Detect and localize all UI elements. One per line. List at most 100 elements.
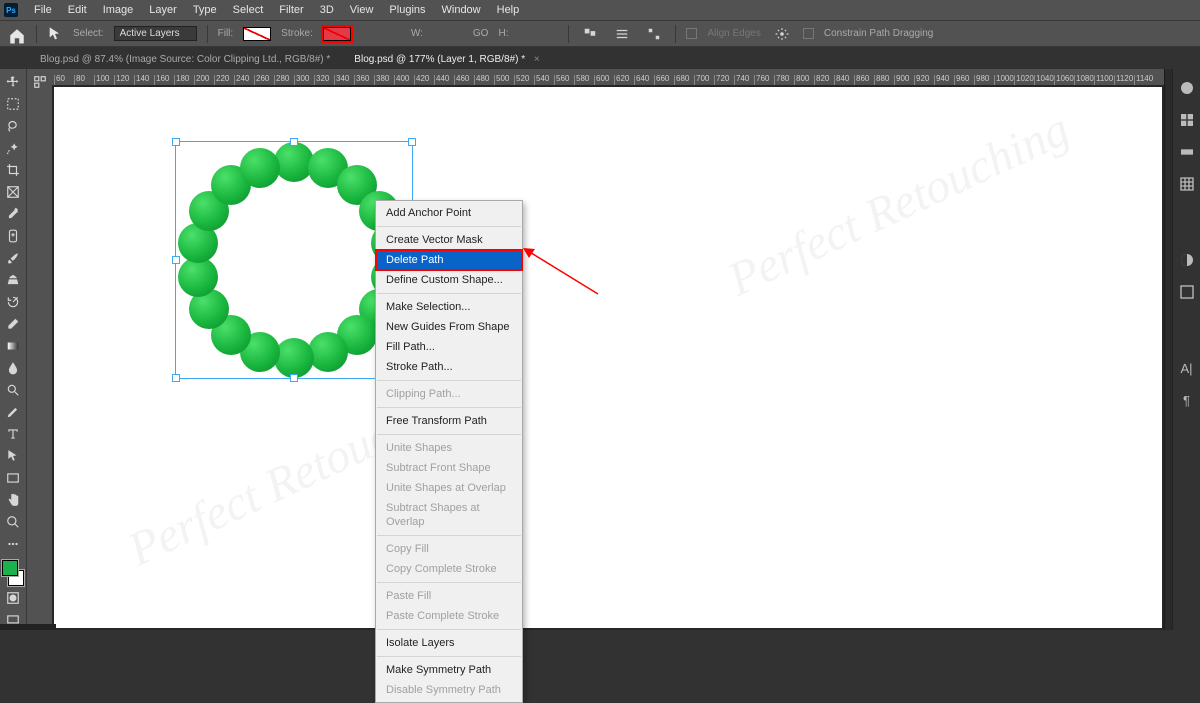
- healing-brush-icon[interactable]: [2, 226, 24, 246]
- fg-color-swatch[interactable]: [2, 560, 18, 576]
- ctx-free-transform[interactable]: Free Transform Path: [376, 411, 522, 431]
- ctx-new-guides[interactable]: New Guides From Shape: [376, 317, 522, 337]
- home-icon[interactable]: [8, 27, 26, 41]
- ctx-subtract[interactable]: Subtract Front Shape: [376, 458, 522, 478]
- menu-plugins[interactable]: Plugins: [381, 4, 433, 16]
- menu-filter[interactable]: Filter: [271, 4, 311, 16]
- ctx-paste-fill[interactable]: Paste Fill: [376, 586, 522, 606]
- select-dropdown[interactable]: Active Layers: [114, 26, 197, 41]
- ctx-unite-overlap[interactable]: Unite Shapes at Overlap: [376, 478, 522, 498]
- transform-handle[interactable]: [172, 256, 180, 264]
- type-tool-icon[interactable]: [2, 424, 24, 444]
- move-tool-icon[interactable]: [2, 72, 24, 92]
- distribute-icon[interactable]: [643, 24, 665, 44]
- menu-edit[interactable]: Edit: [60, 4, 95, 16]
- magic-wand-icon[interactable]: [2, 138, 24, 158]
- stroke-swatch[interactable]: [323, 27, 351, 41]
- styles-panel-icon[interactable]: [1178, 283, 1196, 301]
- ctx-define-shape[interactable]: Define Custom Shape...: [376, 270, 522, 290]
- menu-select[interactable]: Select: [225, 4, 272, 16]
- menu-type[interactable]: Type: [185, 4, 225, 16]
- ruler-tick: 660: [654, 75, 674, 85]
- transform-handle[interactable]: [290, 374, 298, 382]
- ruler-tick: 720: [714, 75, 734, 85]
- arrange-icon[interactable]: [611, 24, 633, 44]
- ctx-stroke-path[interactable]: Stroke Path...: [376, 357, 522, 377]
- menu-window[interactable]: Window: [434, 4, 489, 16]
- ctx-copy-fill[interactable]: Copy Fill: [376, 539, 522, 559]
- ctx-fill-path[interactable]: Fill Path...: [376, 337, 522, 357]
- color-swatches[interactable]: [2, 560, 24, 586]
- dodge-tool-icon[interactable]: [2, 380, 24, 400]
- fill-swatch[interactable]: [243, 27, 271, 41]
- doc-tab-1[interactable]: Blog.psd @ 87.4% (Image Source: Color Cl…: [30, 49, 340, 69]
- ctx-make-selection[interactable]: Make Selection...: [376, 297, 522, 317]
- lasso-tool-icon[interactable]: [2, 116, 24, 136]
- gradients-panel-icon[interactable]: [1178, 143, 1196, 161]
- gradient-tool-icon[interactable]: [2, 336, 24, 356]
- gear-icon[interactable]: [771, 24, 793, 44]
- ctx-paste-stroke[interactable]: Paste Complete Stroke: [376, 606, 522, 626]
- artboard-tool-icon[interactable]: [29, 72, 51, 92]
- ruler-tick: 1100: [1094, 75, 1114, 85]
- path-select-tool-icon[interactable]: [47, 27, 63, 41]
- rectangle-tool-icon[interactable]: [2, 468, 24, 488]
- ctx-copy-stroke[interactable]: Copy Complete Stroke: [376, 559, 522, 579]
- ctx-isolate[interactable]: Isolate Layers: [376, 633, 522, 653]
- eraser-tool-icon[interactable]: [2, 314, 24, 334]
- color-panel-icon[interactable]: [1178, 79, 1196, 97]
- doc-tab-2[interactable]: Blog.psd @ 177% (Layer 1, RGB/8#) * ×: [344, 48, 549, 69]
- ctx-delete-path[interactable]: Delete Path: [376, 250, 522, 270]
- menu-view[interactable]: View: [342, 4, 382, 16]
- ruler-tick: 300: [294, 75, 314, 85]
- menu-file[interactable]: File: [26, 4, 60, 16]
- hand-tool-icon[interactable]: [2, 490, 24, 510]
- right-panel-gutter[interactable]: [1164, 69, 1172, 630]
- horizontal-ruler[interactable]: 6080100120140160180200220240260280300320…: [52, 69, 1164, 85]
- transform-handle[interactable]: [172, 138, 180, 146]
- transform-handle[interactable]: [172, 374, 180, 382]
- menu-layer[interactable]: Layer: [141, 4, 185, 16]
- clone-stamp-icon[interactable]: [2, 270, 24, 290]
- canvas[interactable]: Perfect Retouching Perfect Retouching: [54, 87, 1162, 628]
- menu-help[interactable]: Help: [489, 4, 528, 16]
- options-bar: Select: Active Layers Fill: Stroke: W: G…: [0, 20, 1200, 47]
- menu-image[interactable]: Image: [95, 4, 142, 16]
- ctx-create-mask[interactable]: Create Vector Mask: [376, 230, 522, 250]
- align-icon[interactable]: [579, 24, 601, 44]
- ctx-separator: [377, 380, 521, 381]
- ctx-unite[interactable]: Unite Shapes: [376, 438, 522, 458]
- ctx-subtract-overlap[interactable]: Subtract Shapes at Overlap: [376, 498, 522, 532]
- close-icon[interactable]: ×: [534, 54, 540, 65]
- para-panel-icon[interactable]: ¶: [1178, 391, 1196, 409]
- pen-tool-icon[interactable]: [2, 402, 24, 422]
- ruler-tick: 1020: [1014, 75, 1034, 85]
- char-panel-icon[interactable]: A|: [1178, 359, 1196, 377]
- menu-bar: Ps File Edit Image Layer Type Select Fil…: [0, 0, 1200, 20]
- history-brush-icon[interactable]: [2, 292, 24, 312]
- transform-handle[interactable]: [290, 138, 298, 146]
- ctx-add-anchor[interactable]: Add Anchor Point: [376, 203, 522, 223]
- align-edges-checkbox[interactable]: [686, 28, 697, 39]
- menu-3d[interactable]: 3D: [312, 4, 342, 16]
- extra-tool-icon[interactable]: [2, 534, 24, 554]
- path-select-icon[interactable]: [2, 446, 24, 466]
- ctx-make-symmetry[interactable]: Make Symmetry Path: [376, 660, 522, 680]
- swatches-panel-icon[interactable]: [1178, 111, 1196, 129]
- transform-handle[interactable]: [408, 138, 416, 146]
- eyedropper-icon[interactable]: [2, 204, 24, 224]
- ruler-tick: 960: [954, 75, 974, 85]
- constrain-checkbox[interactable]: [803, 28, 814, 39]
- brush-tool-icon[interactable]: [2, 248, 24, 268]
- zoom-tool-icon[interactable]: [2, 512, 24, 532]
- marquee-tool-icon[interactable]: [2, 94, 24, 114]
- crop-tool-icon[interactable]: [2, 160, 24, 180]
- ctx-disable-symmetry[interactable]: Disable Symmetry Path: [376, 680, 522, 700]
- ctx-clipping-path[interactable]: Clipping Path...: [376, 384, 522, 404]
- adjust-panel-icon[interactable]: [1178, 251, 1196, 269]
- ruler-tick: 420: [414, 75, 434, 85]
- mask-mode-icon[interactable]: [2, 588, 24, 608]
- frame-tool-icon[interactable]: [2, 182, 24, 202]
- blur-tool-icon[interactable]: [2, 358, 24, 378]
- patterns-panel-icon[interactable]: [1178, 175, 1196, 193]
